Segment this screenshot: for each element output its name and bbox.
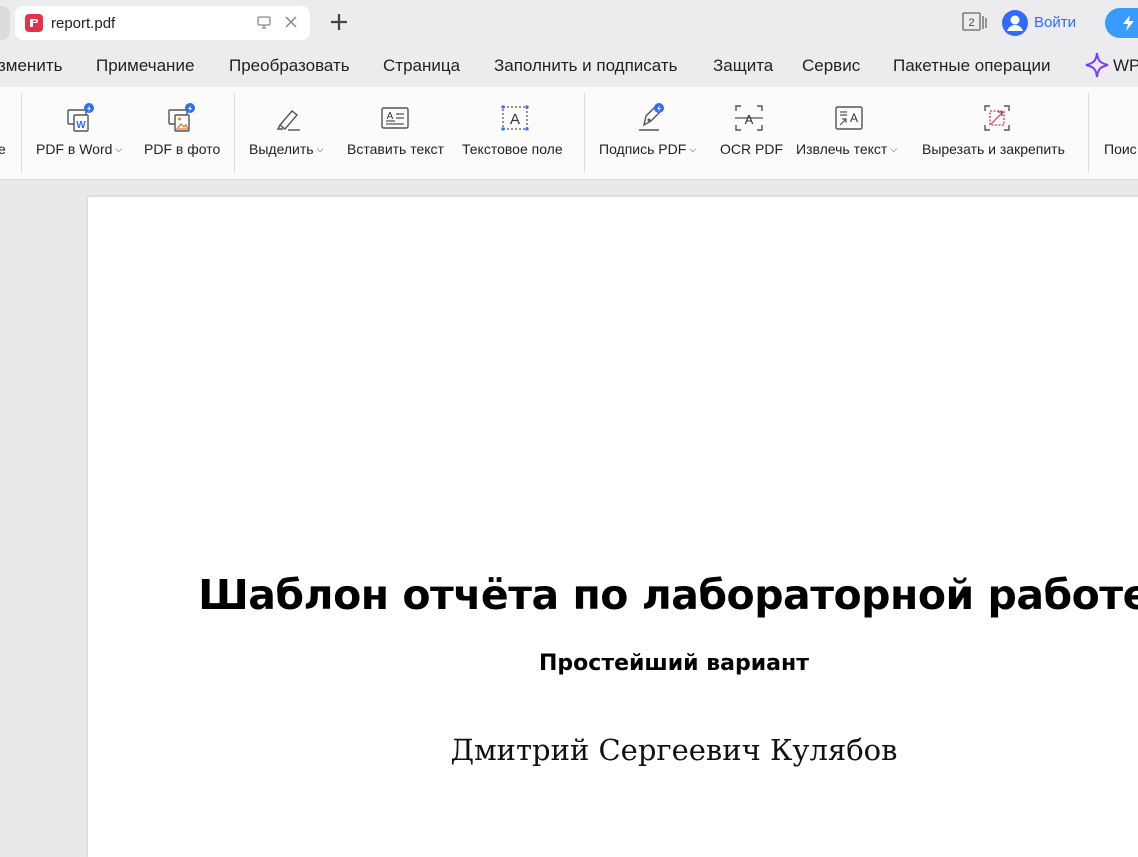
tool-ocr-pdf[interactable]: A OCR PDF [714,87,784,179]
highlighter-icon [274,103,304,138]
svg-text:A: A [387,111,394,122]
new-tab-plus-icon[interactable] [329,12,349,37]
pdf-page[interactable]: Шаблон отчёта по лабораторной работе Про… [88,197,1138,857]
pdf-to-word-icon: W [66,103,96,138]
extract-text-icon: A [834,103,864,138]
tool-partial-left[interactable]: е [0,87,20,179]
login-label: Войти [1034,14,1076,31]
close-tab-icon[interactable] [284,15,298,34]
monitor-icon[interactable] [257,16,271,34]
document-subtitle: Простейший вариант [539,651,809,676]
tool-insert-text[interactable]: A Вставить текст [342,87,448,179]
document-title: Шаблон отчёта по лабораторной работе [198,571,1138,619]
ribbon-divider [584,93,585,173]
pdf-app-icon [25,14,43,32]
svg-text:W: W [76,120,86,131]
tool-label: Извлечь текст [796,141,888,157]
ocr-icon: A [734,103,764,138]
tool-label: Вставить текст [347,141,444,157]
tool-label: Вырезать и закрепить [922,141,1065,157]
svg-text:A: A [850,111,858,125]
previous-tab-stub[interactable] [0,6,10,40]
menu-batch[interactable]: Пакетные операции [893,56,1051,76]
chevron-down-icon: ⌵ [890,144,898,154]
tool-label: PDF в Word [36,141,113,157]
menu-convert[interactable]: Преобразовать [229,56,350,76]
menu-edit[interactable]: зменить [0,56,62,76]
tab-bar: report.pdf 2 Войти [0,0,1138,46]
chevron-down-icon: ⌵ [689,144,697,154]
tool-label: Подпись PDF [599,141,687,157]
tool-crop-pin[interactable]: Вырезать и закрепить [918,87,1078,179]
tool-label: Поис [1104,141,1137,157]
tool-pdf-to-image[interactable]: PDF в фото [140,87,224,179]
ribbon-divider [1088,93,1089,173]
tool-label: Выделить [249,141,314,157]
lightning-icon [1123,15,1134,31]
tool-label: Текстовое поле [462,141,563,157]
tool-highlight[interactable]: Выделить ⌵ [244,87,334,179]
window-count-icon[interactable]: 2 [962,12,988,37]
tab-title: report.pdf [51,15,116,32]
document-viewer[interactable]: Шаблон отчёта по лабораторной работе Про… [0,180,1138,857]
upgrade-lightning-button[interactable] [1105,8,1138,38]
insert-text-icon: A [380,103,410,138]
tab-report-pdf[interactable]: report.pdf [15,6,310,40]
pdf-to-image-icon [167,103,197,138]
ribbon-toolbar: е W PDF в Word ⌵ PDF в фото Выделить ⌵ A… [0,87,1138,180]
menu-page[interactable]: Страница [383,56,460,76]
crop-pin-icon [982,103,1012,138]
menu-protect[interactable]: Защита [713,56,773,76]
tool-label: OCR PDF [720,141,783,157]
ribbon-divider [21,93,22,173]
window-count: 2 [968,17,974,29]
pen-signature-icon [636,103,666,138]
tool-search-partial[interactable]: Поис [1098,87,1138,179]
document-author: Дмитрий Сергеевич Кулябов [450,733,898,767]
main-menu: зменить Примечание Преобразовать Страниц… [0,46,1138,87]
tool-text-box[interactable]: A Текстовое поле [458,87,574,179]
sparkle-icon [1085,52,1109,78]
tool-label: PDF в фото [144,141,221,157]
svg-text:A: A [510,111,520,128]
svg-text:A: A [745,112,754,127]
menu-annotation[interactable]: Примечание [96,56,194,76]
chevron-down-icon: ⌵ [115,144,123,154]
chevron-down-icon: ⌵ [316,144,324,154]
tool-pdf-to-word[interactable]: W PDF в Word ⌵ [30,87,130,179]
tool-extract-text[interactable]: A Извлечь текст ⌵ [792,87,908,179]
tool-label: е [0,141,6,157]
wps-ai-label: WPS [1113,56,1138,75]
user-avatar-icon [1002,10,1028,36]
menu-service[interactable]: Сервис [802,56,860,76]
menu-fill-sign[interactable]: Заполнить и подписать [494,56,678,76]
text-box-icon: A [500,103,530,138]
ribbon-divider [234,93,235,173]
tool-sign-pdf[interactable]: Подпись PDF ⌵ [594,87,704,179]
